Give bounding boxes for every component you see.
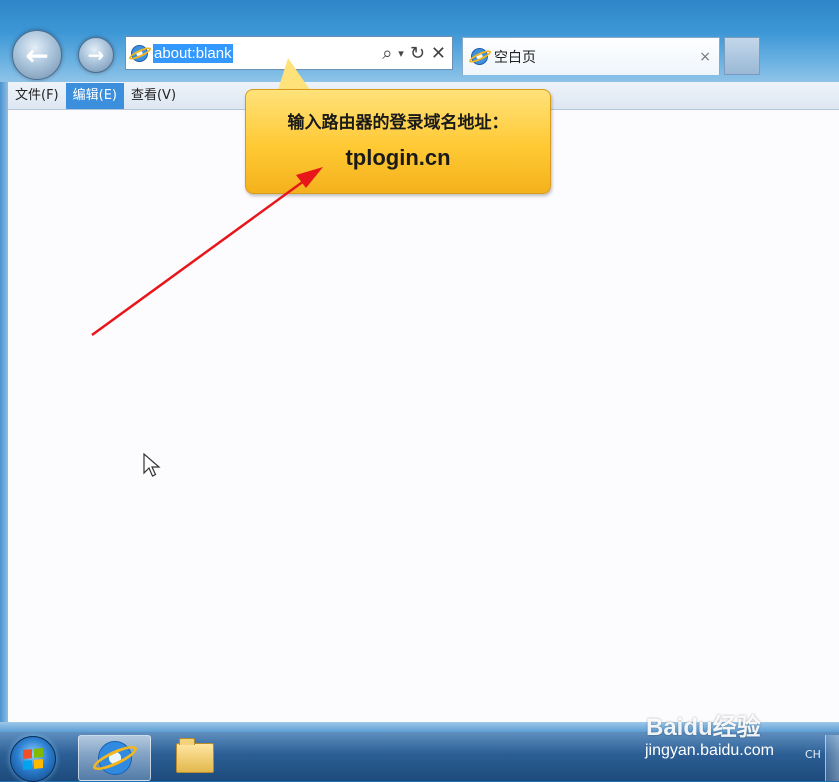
start-button[interactable] [10, 736, 56, 782]
tab-blank-page[interactable]: 空白页 × [462, 37, 720, 75]
forward-button[interactable]: → [78, 37, 114, 73]
folder-icon [176, 738, 214, 773]
stop-icon[interactable]: ✕ [431, 43, 446, 64]
forward-icon: → [87, 43, 105, 67]
menu-edit[interactable]: 编辑(E) [65, 82, 124, 109]
ie-icon [97, 741, 132, 775]
input-language-indicator[interactable]: CH [805, 748, 821, 761]
new-tab-button[interactable] [724, 37, 760, 75]
show-desktop-button[interactable] [825, 735, 839, 781]
menu-file[interactable]: 文件(F) [8, 83, 66, 109]
window-frame-left [0, 82, 8, 732]
search-icon[interactable]: ⌕ [382, 43, 392, 64]
taskbar-ie-button[interactable] [78, 735, 151, 781]
start-icon [23, 747, 43, 771]
taskbar-explorer-button[interactable] [160, 735, 230, 781]
watermark-url: jingyan.baidu.com [645, 742, 774, 759]
page-content [8, 110, 839, 722]
callout-domain: tplogin.cn [345, 145, 451, 170]
back-icon: ← [25, 38, 49, 72]
close-icon[interactable]: × [699, 49, 711, 65]
callout-box: 输入路由器的登录域名地址： tplogin.cn [245, 89, 551, 194]
refresh-icon[interactable]: ↻ [410, 43, 425, 64]
callout-instruction: 输入路由器的登录域名地址： [287, 113, 509, 133]
watermark-brand: Baidu经验 [646, 714, 761, 741]
menu-view[interactable]: 查看(V) [124, 83, 183, 109]
back-button[interactable]: ← [12, 30, 62, 80]
ie-icon [471, 48, 488, 65]
mouse-cursor-icon [143, 453, 161, 477]
dropdown-icon[interactable]: ▾ [398, 47, 404, 60]
address-input[interactable]: about:blank [153, 43, 233, 63]
callout-tail [278, 58, 310, 90]
tab-title: 空白页 [494, 49, 536, 66]
ie-icon [131, 44, 148, 62]
